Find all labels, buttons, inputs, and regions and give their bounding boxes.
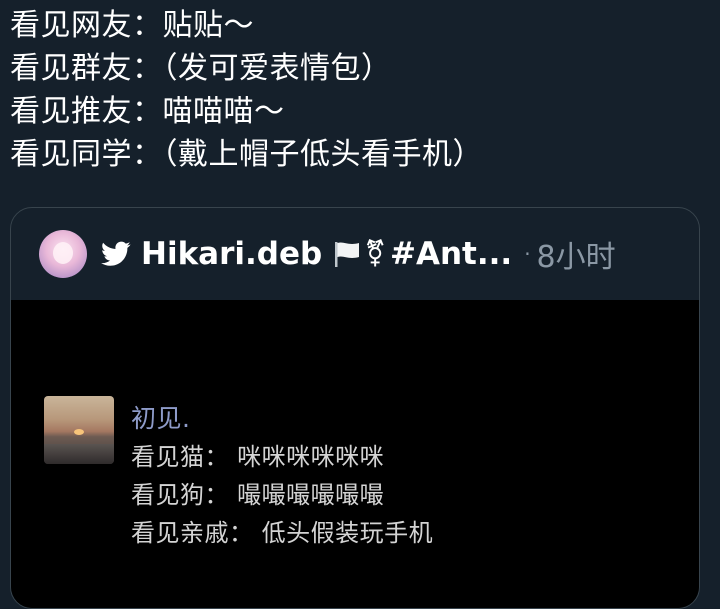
tweet-text: 看见网友：贴贴～ 看见群友：（发可爱表情包） 看见推友：喵喵喵～ 看见同学：（戴… [10,4,483,176]
sunset-thumbnail [44,396,114,464]
quoted-media-image[interactable]: 初见. 看见猫： 咪咪咪咪咪咪 看见狗： 嘬嘬嘬嘬嘬嘬 看见亲戚： 低头假装玩手… [11,300,699,608]
tweet-line: 看见推友：喵喵喵～ [10,94,285,129]
tweet-line: 看见群友：（发可爱表情包） [10,51,392,86]
white-flag-icon [335,242,360,267]
author-name[interactable]: Hikari.deb [141,236,322,272]
quoted-tweet-card[interactable]: Hikari.deb ⚧ #Ant... · 8小时 初见. 看见猫： 咪咪咪咪… [10,207,700,609]
tweet-line: 看见网友：贴贴～ [10,8,254,43]
media-line: 看见猫： 咪咪咪咪咪咪 [131,443,385,471]
shore-shape [44,444,114,464]
separator-dot: · [524,242,531,266]
sun-shape [74,429,84,435]
transgender-symbol-icon: ⚧ [364,239,386,269]
media-title: 初见. [131,404,191,433]
media-line: 看见亲戚： 低头假装玩手机 [131,519,434,547]
media-line: 看见狗： 嘬嘬嘬嘬嘬嘬 [131,481,385,509]
tweet-line: 看见同学：（戴上帽子低头看手机） [10,137,483,172]
avatar[interactable] [39,230,87,278]
media-text: 初见. 看见猫： 咪咪咪咪咪咪 看见狗： 嘬嘬嘬嘬嘬嘬 看见亲戚： 低头假装玩手… [131,400,433,552]
tweet-timestamp[interactable]: 8小时 [537,232,616,276]
author-hashtag[interactable]: #Ant... [390,236,512,272]
twitter-bird-icon [101,241,131,266]
quoted-tweet-header: Hikari.deb ⚧ #Ant... · 8小时 [11,208,699,300]
